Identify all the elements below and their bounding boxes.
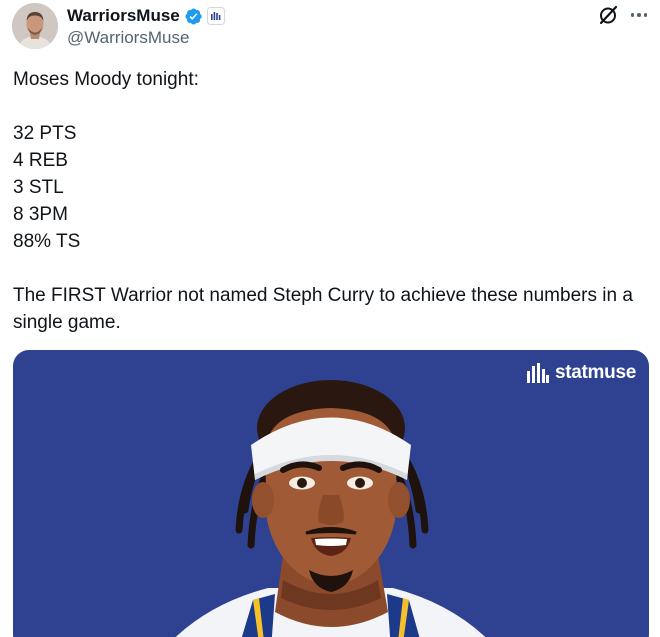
stat-line-3pm: 8 3PM [13, 204, 68, 225]
tweet-card: WarriorsMuse @WarriorsMuse Moses Moody t… [0, 0, 660, 637]
grok-slash-circle-icon[interactable] [597, 4, 619, 26]
statmuse-affiliate-badge-icon[interactable] [206, 7, 225, 25]
stat-line-ts: 88% TS [13, 231, 81, 252]
name-row: WarriorsMuse [67, 5, 225, 27]
user-avatar[interactable] [12, 3, 58, 49]
stat-line-pts: 32 PTS [13, 123, 77, 144]
statmuse-bars-icon [526, 363, 549, 383]
user-handle[interactable]: @WarriorsMuse [67, 28, 189, 48]
statmuse-wordmark: statmuse [554, 362, 636, 383]
stat-line-stl: 3 STL [13, 177, 64, 198]
tweet-line-summary: The FIRST Warrior not named Steph Curry … [13, 285, 633, 333]
verified-badge-icon[interactable] [184, 7, 203, 26]
display-name[interactable]: WarriorsMuse [67, 6, 180, 26]
person-avatar-icon [12, 3, 58, 49]
player-illustration [175, 380, 486, 637]
statmuse-logo: statmuse [526, 362, 636, 384]
media-image[interactable]: statmuse [13, 350, 649, 637]
tweet-line-intro: Moses Moody tonight: [13, 69, 199, 90]
dot [637, 13, 641, 17]
dot [630, 13, 635, 17]
more-dots-icon[interactable] [627, 4, 651, 26]
tweet-text: Moses Moody tonight: 32 PTS 4 REB 3 STL … [13, 66, 653, 336]
dot [643, 13, 648, 17]
stat-line-reb: 4 REB [13, 150, 68, 171]
